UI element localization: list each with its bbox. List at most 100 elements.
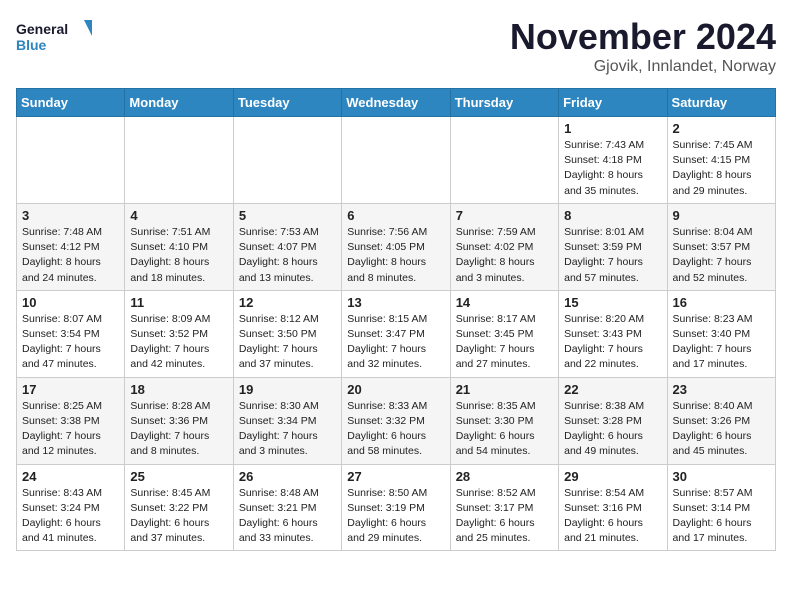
table-row <box>125 117 233 204</box>
col-sunday: Sunday <box>17 89 125 117</box>
day-number: 30 <box>673 469 770 484</box>
day-info: Sunrise: 8:04 AM Sunset: 3:57 PM Dayligh… <box>673 225 770 286</box>
day-info: Sunrise: 7:51 AM Sunset: 4:10 PM Dayligh… <box>130 225 227 286</box>
calendar-week-row: 24 Sunrise: 8:43 AM Sunset: 3:24 PM Dayli… <box>17 464 776 551</box>
calendar-title: November 2024 <box>510 16 776 58</box>
day-info: Sunrise: 8:35 AM Sunset: 3:30 PM Dayligh… <box>456 399 553 460</box>
day-info: Sunrise: 8:15 AM Sunset: 3:47 PM Dayligh… <box>347 312 444 373</box>
table-row: 7Sunrise: 7:59 AM Sunset: 4:02 PM Daylig… <box>450 203 558 290</box>
table-row: 5 Sunrise: 7:53 AM Sunset: 4:07 PM Daylig… <box>233 203 341 290</box>
table-row: 29 Sunrise: 8:54 AM Sunset: 3:16 PM Dayli… <box>559 464 667 551</box>
calendar-header-row: Sunday Monday Tuesday Wednesday Thursday… <box>17 89 776 117</box>
table-row: 24 Sunrise: 8:43 AM Sunset: 3:24 PM Dayli… <box>17 464 125 551</box>
day-info: Sunrise: 8:43 AM Sunset: 3:24 PM Dayligh… <box>22 486 119 547</box>
calendar-table: Sunday Monday Tuesday Wednesday Thursday… <box>16 88 776 551</box>
calendar-week-row: 1Sunrise: 7:43 AM Sunset: 4:18 PM Daylig… <box>17 117 776 204</box>
day-number: 23 <box>673 382 770 397</box>
table-row: 16 Sunrise: 8:23 AM Sunset: 3:40 PM Dayli… <box>667 290 775 377</box>
day-number: 8 <box>564 208 661 223</box>
day-info: Sunrise: 8:12 AM Sunset: 3:50 PM Dayligh… <box>239 312 336 373</box>
table-row: 17Sunrise: 8:25 AM Sunset: 3:38 PM Dayli… <box>17 377 125 464</box>
day-info: Sunrise: 7:43 AM Sunset: 4:18 PM Dayligh… <box>564 138 661 199</box>
table-row: 22Sunrise: 8:38 AM Sunset: 3:28 PM Dayli… <box>559 377 667 464</box>
day-info: Sunrise: 7:48 AM Sunset: 4:12 PM Dayligh… <box>22 225 119 286</box>
table-row: 11 Sunrise: 8:09 AM Sunset: 3:52 PM Dayli… <box>125 290 233 377</box>
table-row <box>450 117 558 204</box>
day-info: Sunrise: 8:20 AM Sunset: 3:43 PM Dayligh… <box>564 312 661 373</box>
day-number: 13 <box>347 295 444 310</box>
table-row: 13 Sunrise: 8:15 AM Sunset: 3:47 PM Dayli… <box>342 290 450 377</box>
table-row: 14 Sunrise: 8:17 AM Sunset: 3:45 PM Dayli… <box>450 290 558 377</box>
table-row: 26Sunrise: 8:48 AM Sunset: 3:21 PM Dayli… <box>233 464 341 551</box>
calendar-week-row: 10 Sunrise: 8:07 AM Sunset: 3:54 PM Dayli… <box>17 290 776 377</box>
calendar-week-row: 17Sunrise: 8:25 AM Sunset: 3:38 PM Dayli… <box>17 377 776 464</box>
day-number: 10 <box>22 295 119 310</box>
table-row: 4Sunrise: 7:51 AM Sunset: 4:10 PM Daylig… <box>125 203 233 290</box>
table-row: 28Sunrise: 8:52 AM Sunset: 3:17 PM Dayli… <box>450 464 558 551</box>
day-info: Sunrise: 8:54 AM Sunset: 3:16 PM Dayligh… <box>564 486 661 547</box>
day-number: 29 <box>564 469 661 484</box>
day-info: Sunrise: 8:25 AM Sunset: 3:38 PM Dayligh… <box>22 399 119 460</box>
day-number: 18 <box>130 382 227 397</box>
day-info: Sunrise: 8:57 AM Sunset: 3:14 PM Dayligh… <box>673 486 770 547</box>
day-number: 21 <box>456 382 553 397</box>
day-info: Sunrise: 8:38 AM Sunset: 3:28 PM Dayligh… <box>564 399 661 460</box>
day-info: Sunrise: 8:50 AM Sunset: 3:19 PM Dayligh… <box>347 486 444 547</box>
day-number: 15 <box>564 295 661 310</box>
day-info: Sunrise: 8:40 AM Sunset: 3:26 PM Dayligh… <box>673 399 770 460</box>
day-info: Sunrise: 8:07 AM Sunset: 3:54 PM Dayligh… <box>22 312 119 373</box>
day-number: 12 <box>239 295 336 310</box>
calendar-body: 1Sunrise: 7:43 AM Sunset: 4:18 PM Daylig… <box>17 117 776 551</box>
day-info: Sunrise: 8:17 AM Sunset: 3:45 PM Dayligh… <box>456 312 553 373</box>
table-row: 6 Sunrise: 7:56 AM Sunset: 4:05 PM Daylig… <box>342 203 450 290</box>
table-row: 18 Sunrise: 8:28 AM Sunset: 3:36 PM Dayli… <box>125 377 233 464</box>
day-info: Sunrise: 7:56 AM Sunset: 4:05 PM Dayligh… <box>347 225 444 286</box>
day-number: 26 <box>239 469 336 484</box>
col-tuesday: Tuesday <box>233 89 341 117</box>
day-number: 27 <box>347 469 444 484</box>
col-thursday: Thursday <box>450 89 558 117</box>
day-info: Sunrise: 7:53 AM Sunset: 4:07 PM Dayligh… <box>239 225 336 286</box>
table-row: 27 Sunrise: 8:50 AM Sunset: 3:19 PM Dayli… <box>342 464 450 551</box>
day-info: Sunrise: 8:45 AM Sunset: 3:22 PM Dayligh… <box>130 486 227 547</box>
col-monday: Monday <box>125 89 233 117</box>
table-row <box>17 117 125 204</box>
table-row <box>342 117 450 204</box>
day-number: 16 <box>673 295 770 310</box>
table-row: 15 Sunrise: 8:20 AM Sunset: 3:43 PM Dayli… <box>559 290 667 377</box>
title-area: November 2024 Gjovik, Innlandet, Norway <box>510 16 776 76</box>
table-row: 9Sunrise: 8:04 AM Sunset: 3:57 PM Daylig… <box>667 203 775 290</box>
day-info: Sunrise: 8:23 AM Sunset: 3:40 PM Dayligh… <box>673 312 770 373</box>
calendar-week-row: 3 Sunrise: 7:48 AM Sunset: 4:12 PM Daylig… <box>17 203 776 290</box>
day-number: 11 <box>130 295 227 310</box>
day-number: 7 <box>456 208 553 223</box>
day-number: 19 <box>239 382 336 397</box>
table-row <box>233 117 341 204</box>
header: General Blue November 2024 Gjovik, Innla… <box>16 16 776 76</box>
day-info: Sunrise: 8:09 AM Sunset: 3:52 PM Dayligh… <box>130 312 227 373</box>
day-number: 3 <box>22 208 119 223</box>
table-row: 25 Sunrise: 8:45 AM Sunset: 3:22 PM Dayli… <box>125 464 233 551</box>
col-wednesday: Wednesday <box>342 89 450 117</box>
table-row: 19 Sunrise: 8:30 AM Sunset: 3:34 PM Dayli… <box>233 377 341 464</box>
day-info: Sunrise: 8:52 AM Sunset: 3:17 PM Dayligh… <box>456 486 553 547</box>
logo-svg: General Blue <box>16 16 96 60</box>
calendar-subtitle: Gjovik, Innlandet, Norway <box>510 58 776 76</box>
day-number: 14 <box>456 295 553 310</box>
table-row: 12 Sunrise: 8:12 AM Sunset: 3:50 PM Dayli… <box>233 290 341 377</box>
day-number: 2 <box>673 121 770 136</box>
day-number: 24 <box>22 469 119 484</box>
day-number: 5 <box>239 208 336 223</box>
table-row: 21 Sunrise: 8:35 AM Sunset: 3:30 PM Dayli… <box>450 377 558 464</box>
table-row: 2Sunrise: 7:45 AM Sunset: 4:15 PM Daylig… <box>667 117 775 204</box>
col-saturday: Saturday <box>667 89 775 117</box>
day-info: Sunrise: 8:30 AM Sunset: 3:34 PM Dayligh… <box>239 399 336 460</box>
table-row: 1Sunrise: 7:43 AM Sunset: 4:18 PM Daylig… <box>559 117 667 204</box>
day-info: Sunrise: 8:33 AM Sunset: 3:32 PM Dayligh… <box>347 399 444 460</box>
table-row: 30 Sunrise: 8:57 AM Sunset: 3:14 PM Dayli… <box>667 464 775 551</box>
day-number: 20 <box>347 382 444 397</box>
day-number: 6 <box>347 208 444 223</box>
day-number: 25 <box>130 469 227 484</box>
col-friday: Friday <box>559 89 667 117</box>
day-info: Sunrise: 8:28 AM Sunset: 3:36 PM Dayligh… <box>130 399 227 460</box>
